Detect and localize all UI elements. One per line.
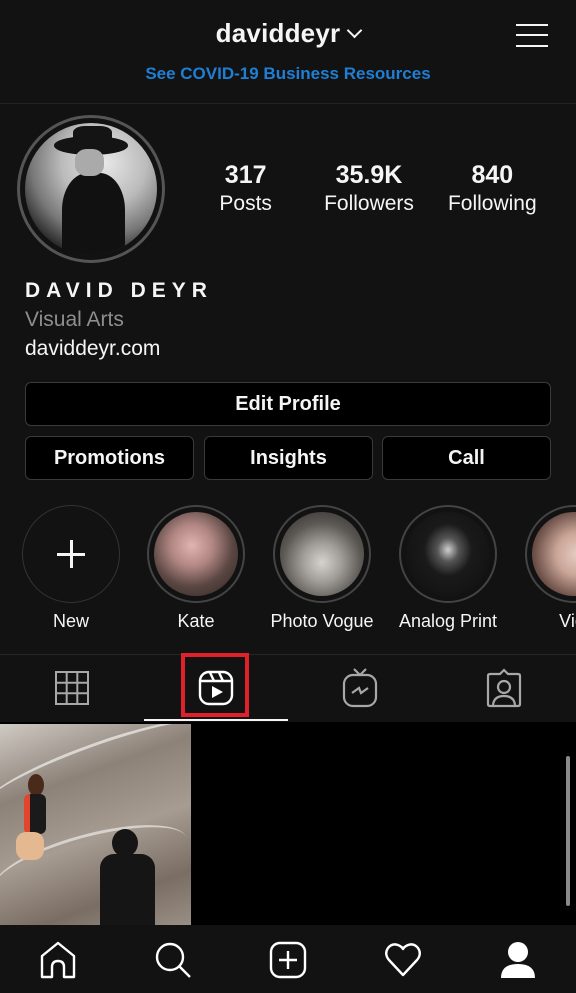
- thumb-photographer-head: [112, 829, 138, 857]
- profile-bio: DAVID DEYR Visual Arts daviddeyr.com: [25, 276, 213, 364]
- add-post-icon: [269, 941, 307, 978]
- story-highlights: New Kate Photo Vogue Analog Print Vict: [0, 505, 576, 645]
- nav-search[interactable]: [115, 926, 230, 993]
- bottom-nav: [0, 926, 576, 993]
- profile-tabs: [0, 653, 576, 721]
- stat-followers[interactable]: 35.9K Followers: [307, 160, 430, 218]
- home-icon: [40, 941, 75, 978]
- stat-value: 35.9K: [335, 161, 403, 189]
- thumb-photographer: [100, 829, 160, 925]
- highlight-label: Vict: [559, 611, 576, 631]
- avatar-figure: [61, 173, 126, 255]
- highlight-label: Photo Vogue: [270, 611, 374, 631]
- highlight-photo-vogue[interactable]: Photo Vogue: [262, 505, 382, 632]
- heart-icon: [385, 942, 422, 976]
- menu-button[interactable]: [516, 20, 548, 48]
- avatar-photo: [25, 123, 157, 255]
- thumb-model-legs: [16, 832, 44, 860]
- stat-label: Followers: [324, 192, 414, 215]
- highlight-label: New: [52, 611, 89, 631]
- tagged-icon: [486, 668, 522, 708]
- tab-grid[interactable]: [0, 655, 144, 721]
- website-link[interactable]: daviddeyr.com: [25, 334, 213, 364]
- tab-igtv[interactable]: [288, 655, 432, 721]
- stat-following[interactable]: 840 Following: [431, 160, 554, 218]
- nav-new-post[interactable]: [230, 926, 345, 993]
- thumb-model: [14, 774, 54, 860]
- display-name: DAVID DEYR: [25, 279, 213, 302]
- profile-icon: [501, 941, 536, 978]
- tab-tagged[interactable]: [432, 655, 576, 721]
- thumb-photographer-body: [100, 854, 155, 925]
- igtv-icon: [342, 668, 378, 708]
- highlight-ring: [147, 505, 245, 603]
- annotation-highlight-box: [181, 653, 249, 717]
- call-button[interactable]: Call: [382, 436, 551, 480]
- highlight-kate[interactable]: Kate: [136, 505, 256, 632]
- highlight-ring: [273, 505, 371, 603]
- highlight-vict[interactable]: Vict: [514, 505, 576, 632]
- highlight-analog-print[interactable]: Analog Print: [388, 505, 508, 632]
- avatar-face: [75, 149, 105, 176]
- account-switcher[interactable]: daviddeyr: [0, 18, 576, 49]
- chevron-down-icon: [347, 22, 363, 39]
- profile-stats: 317 Posts 35.9K Followers 840 Following: [184, 160, 554, 218]
- highlight-cover: [406, 512, 490, 596]
- promotions-button[interactable]: Promotions: [25, 436, 194, 480]
- covid-resources-link[interactable]: See COVID-19 Business Resources: [0, 64, 576, 84]
- highlight-label: Kate: [177, 611, 215, 631]
- edit-profile-button[interactable]: Edit Profile: [25, 382, 551, 426]
- stat-posts[interactable]: 317 Posts: [184, 160, 307, 218]
- nav-home[interactable]: [0, 926, 115, 993]
- nav-activity[interactable]: [346, 926, 461, 993]
- username: daviddeyr: [215, 18, 341, 48]
- stat-value: 840: [471, 161, 514, 189]
- highlight-cover: [280, 512, 364, 596]
- new-highlight-ring: [22, 505, 120, 603]
- stat-value: 317: [224, 161, 267, 189]
- nav-profile[interactable]: [461, 926, 576, 993]
- stat-label: Posts: [219, 192, 272, 215]
- reel-thumbnail[interactable]: [0, 724, 191, 925]
- category-label: Visual Arts: [25, 308, 124, 331]
- highlight-cover: [154, 512, 238, 596]
- header: daviddeyr See COVID-19 Business Resource…: [0, 0, 576, 104]
- thumb-model-head: [28, 774, 44, 796]
- insights-button[interactable]: Insights: [204, 436, 373, 480]
- tab-reels[interactable]: [144, 653, 288, 721]
- highlight-ring: [525, 505, 576, 603]
- profile-avatar[interactable]: [17, 115, 165, 263]
- hamburger-line: [516, 45, 548, 47]
- highlight-ring: [399, 505, 497, 603]
- grid-icon: [55, 671, 89, 705]
- thumb-model-swimsuit: [24, 794, 46, 834]
- highlight-label: Analog Print: [398, 611, 498, 631]
- hamburger-line: [516, 34, 548, 36]
- scrollbar[interactable]: [566, 756, 570, 906]
- search-icon: [155, 942, 191, 978]
- stat-label: Following: [447, 192, 537, 215]
- highlight-cover: [532, 512, 576, 596]
- highlight-new[interactable]: New: [11, 505, 131, 632]
- hamburger-menu-icon: [516, 24, 548, 26]
- plus-icon: [57, 540, 85, 568]
- reels-grid: [0, 722, 576, 925]
